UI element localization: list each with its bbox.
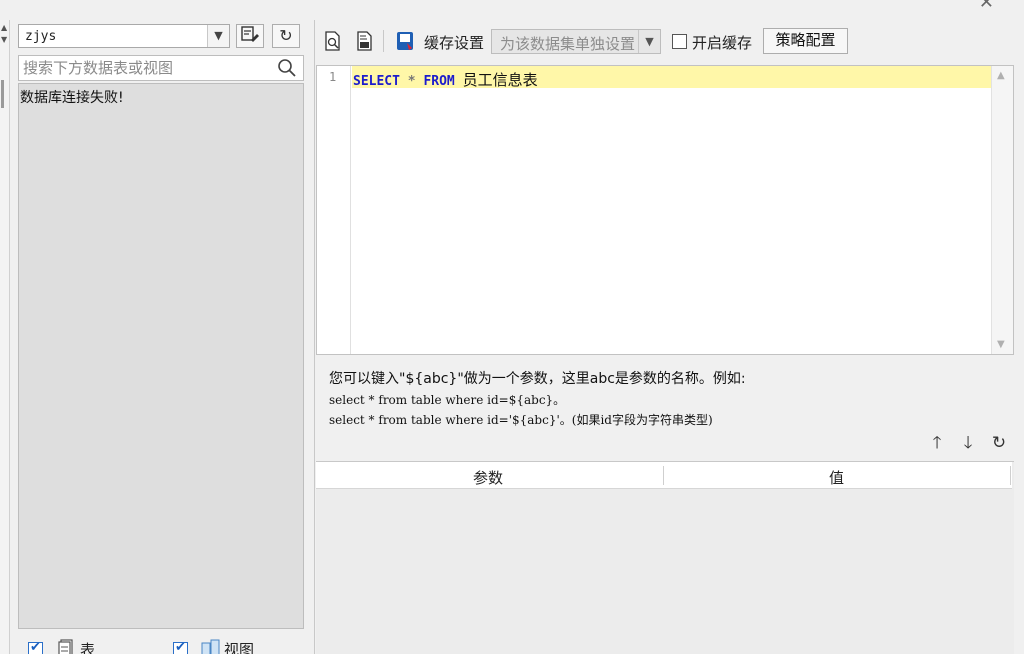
sql-code-line[interactable]: SELECT * FROM 员工信息表 <box>353 69 538 90</box>
edit-datasource-button[interactable] <box>236 24 264 48</box>
parameter-table[interactable]: 参数 值 <box>316 461 1014 654</box>
table-search-input[interactable] <box>23 58 273 78</box>
connection-error-message: 数据库连接失败! <box>20 90 124 106</box>
column-header-value[interactable]: 值 <box>829 467 844 488</box>
hint-example-2: select * from table where id='${abc}'。(如… <box>329 413 713 427</box>
sql-editor[interactable]: 1 SELECT * FROM 员工信息表 ▲ ▼ <box>316 65 1014 355</box>
scroll-down-icon[interactable]: ▼ <box>997 339 1005 350</box>
refresh-datasource-button[interactable]: ↻ <box>272 24 300 48</box>
column-divider[interactable] <box>1010 466 1011 485</box>
enable-cache-checkbox[interactable] <box>672 34 687 49</box>
table-icon <box>58 639 73 654</box>
chevron-down-icon[interactable]: ▼ <box>207 25 229 47</box>
datasource-select[interactable]: zjys ▼ <box>18 24 230 48</box>
object-type-filters: 表 视图 <box>26 638 306 654</box>
line-gutter: 1 <box>317 66 351 354</box>
scroll-up-icon[interactable]: ▲ <box>997 70 1005 81</box>
window-top-strip: ✕ <box>0 0 1024 20</box>
policy-config-button[interactable]: 策略配置 <box>763 28 848 54</box>
collapse-down-icon[interactable]: ▼ <box>1 36 7 44</box>
close-icon[interactable]: ✕ <box>979 0 994 13</box>
line-number: 1 <box>329 70 337 84</box>
datasource-select-value: zjys <box>25 29 57 44</box>
collapse-edge[interactable]: ▲ ▼ <box>0 20 10 654</box>
refresh-icon: ↻ <box>279 26 293 45</box>
views-label: 视图 <box>224 641 255 654</box>
hint-intro: 您可以键入"${abc}"做为一个参数，这里abc是参数的名称。例如: <box>329 371 746 387</box>
move-down-icon[interactable]: 🡓 <box>958 433 978 453</box>
tables-label: 表 <box>80 641 96 654</box>
parameter-table-header: 参数 值 <box>316 462 1012 489</box>
splitter-handle[interactable] <box>1 80 4 108</box>
sql-table-name: 员工信息表 <box>462 72 538 89</box>
collapse-up-icon[interactable]: ▲ <box>1 24 7 32</box>
tables-checkbox[interactable] <box>28 640 43 654</box>
cache-icon <box>397 32 413 50</box>
sql-keyword-select: SELECT <box>353 74 400 89</box>
sql-icon[interactable] <box>355 30 375 52</box>
datasource-panel: zjys ▼ ↻ 数据库连接失败! <box>16 20 306 654</box>
hint-example-1: select * from table where id=${abc}。 <box>329 393 566 407</box>
edit-connection-icon <box>241 26 259 42</box>
search-icon[interactable] <box>277 58 297 78</box>
table-search-box <box>18 55 304 81</box>
cache-settings-label: 缓存设置 <box>424 34 485 52</box>
column-header-param[interactable]: 参数 <box>473 467 503 488</box>
column-divider[interactable] <box>663 466 664 485</box>
dataset-editor-window: ✕ ▲ ▼ zjys ▼ ↻ 搜索下方数据表或视图 数据库连接失败! ✔ 表 ✔… <box>0 0 1024 654</box>
sql-panel: 缓存设置 为该数据集单独设置 ▼ 开启缓存 策略配置 1 SELECT * FR… <box>314 20 1014 654</box>
parameter-hint: 您可以键入"${abc}"做为一个参数，这里abc是参数的名称。例如: sele… <box>329 368 746 428</box>
view-icon <box>201 639 220 654</box>
sql-keyword-from: FROM <box>423 74 455 89</box>
table-tree[interactable]: 数据库连接失败! <box>18 83 304 629</box>
editor-scrollbar[interactable]: ▲ ▼ <box>991 66 1013 354</box>
refresh-params-icon[interactable]: ↻ <box>989 433 1009 453</box>
preview-icon[interactable] <box>323 30 343 52</box>
enable-cache-label: 开启缓存 <box>692 34 753 52</box>
cache-mode-value: 为该数据集单独设置 <box>500 35 636 53</box>
cache-mode-select[interactable]: 为该数据集单独设置 ▼ <box>491 29 661 54</box>
sql-operator-star: * <box>407 74 416 89</box>
toolbar-separator <box>383 30 384 52</box>
move-up-icon[interactable]: 🡑 <box>927 433 947 453</box>
views-checkbox[interactable] <box>173 640 188 654</box>
chevron-down-icon[interactable]: ▼ <box>638 30 660 53</box>
